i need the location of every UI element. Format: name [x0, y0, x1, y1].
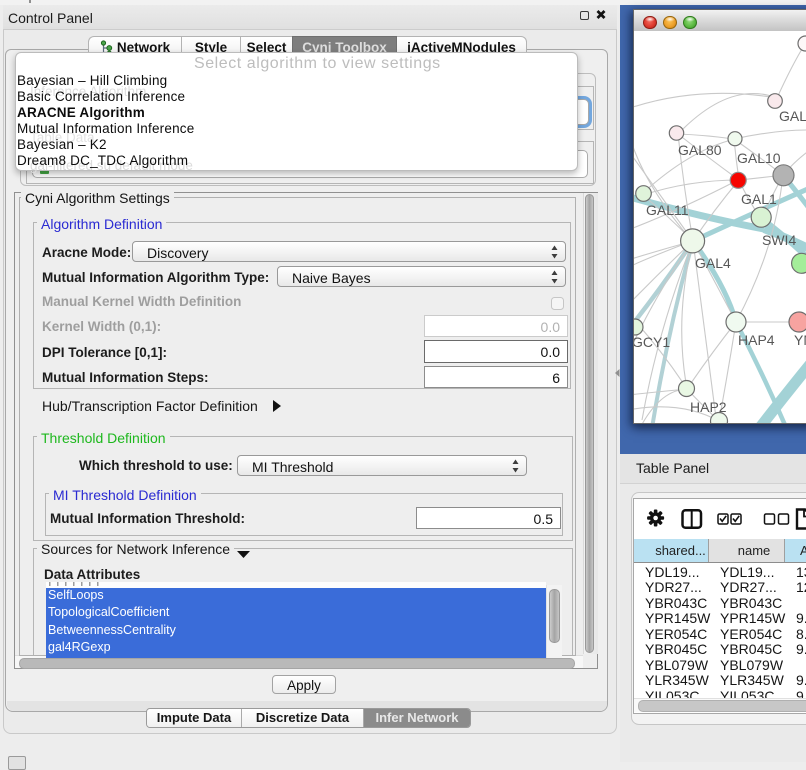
- svg-text:YM: YM: [794, 332, 806, 348]
- svg-text:SWI4: SWI4: [762, 232, 796, 248]
- svg-text:GAL1: GAL1: [741, 191, 777, 207]
- svg-text:GAL4: GAL4: [695, 255, 731, 271]
- svg-text:GAL11: GAL11: [646, 202, 689, 218]
- svg-text:GAL80: GAL80: [678, 142, 722, 158]
- svg-text:HAP4: HAP4: [738, 332, 775, 348]
- svg-text:GAL10: GAL10: [737, 150, 781, 166]
- svg-text:HAP2: HAP2: [690, 399, 727, 415]
- svg-text:GCY1: GCY1: [634, 334, 670, 350]
- svg-text:GAL7: GAL7: [779, 108, 806, 124]
